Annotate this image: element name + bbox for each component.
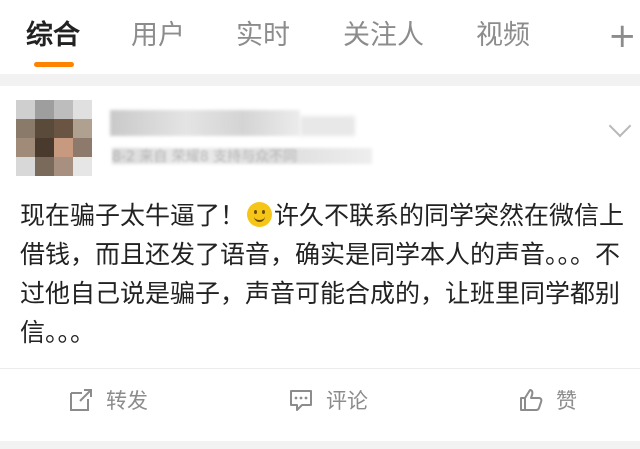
tab-users[interactable]: 用户 bbox=[131, 18, 185, 54]
tab-video[interactable]: 视频 bbox=[476, 18, 530, 54]
feed-gap bbox=[0, 441, 640, 449]
search-tab-bar: 综合 用户 实时 关注人 视频 + bbox=[0, 0, 640, 74]
like-label: 赞 bbox=[556, 389, 577, 413]
comment-button[interactable]: 评论 bbox=[288, 385, 368, 415]
comment-icon bbox=[290, 390, 312, 411]
smile-emoji-icon bbox=[247, 202, 273, 227]
avatar[interactable] bbox=[16, 100, 92, 176]
repost-label: 转发 bbox=[106, 389, 148, 413]
post-card: 8-2 来自 荣耀8 支持与众不同 现在骗子太牛逼了！ 许久不联系的同学突然在微信… bbox=[0, 86, 640, 441]
repost-icon bbox=[70, 389, 92, 411]
active-tab-indicator bbox=[34, 62, 74, 67]
plus-icon[interactable]: + bbox=[608, 18, 637, 54]
post-text-part-1: 现在骗子太牛逼了！ bbox=[20, 201, 246, 230]
post-meta: 8-2 来自 荣耀8 支持与众不同 bbox=[112, 149, 298, 165]
post-actions: 转发 评论 赞 bbox=[0, 368, 640, 432]
post-text: 现在骗子太牛逼了！ 许久不联系的同学突然在微信上借钱，而且还发了语音，确实是同学本… bbox=[20, 196, 625, 352]
repost-button[interactable]: 转发 bbox=[68, 385, 148, 415]
tab-comprehensive[interactable]: 综合 bbox=[26, 18, 80, 54]
tab-following[interactable]: 关注人 bbox=[343, 18, 424, 54]
username-badge-blurred bbox=[300, 116, 355, 136]
chevron-down-icon[interactable] bbox=[608, 114, 632, 138]
comment-label: 评论 bbox=[326, 389, 368, 413]
tab-realtime[interactable]: 实时 bbox=[236, 18, 290, 54]
thumbs-up-icon bbox=[520, 389, 543, 411]
like-button[interactable]: 赞 bbox=[518, 385, 577, 415]
username-blurred[interactable] bbox=[110, 110, 300, 136]
